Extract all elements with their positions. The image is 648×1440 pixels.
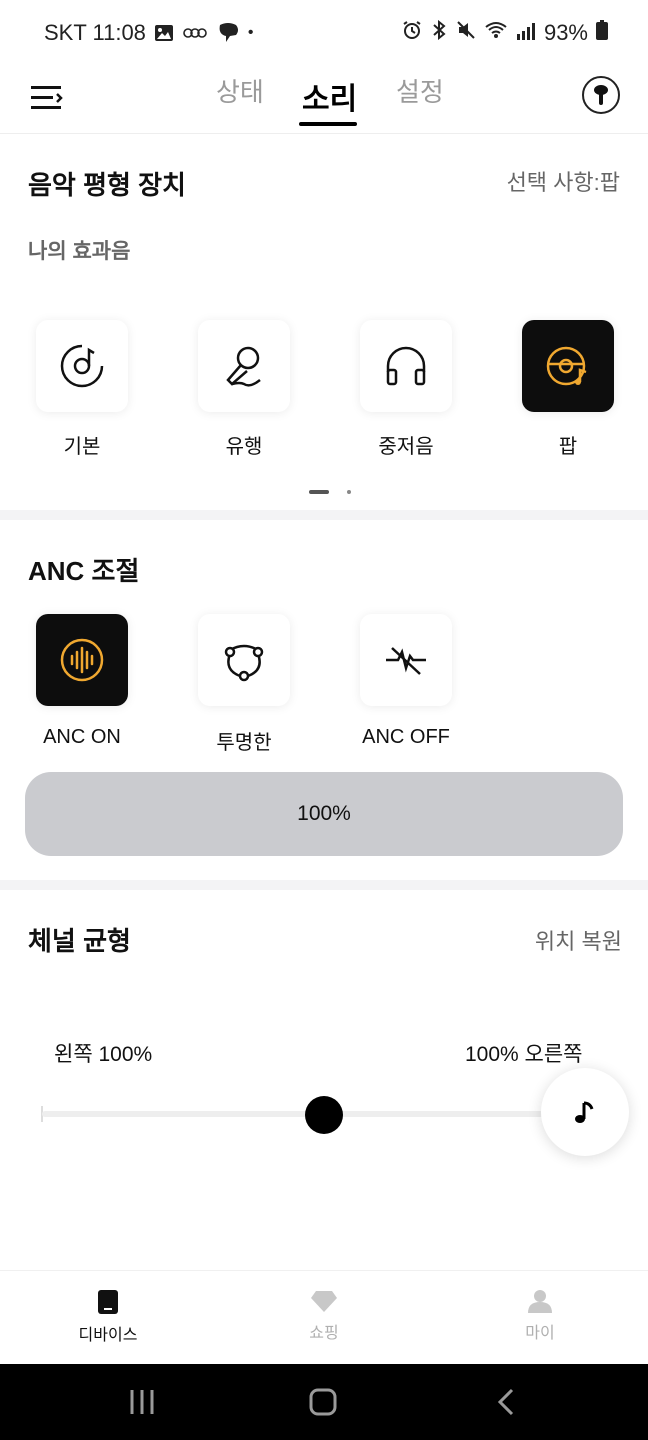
transparency-mode[interactable] (198, 614, 290, 706)
preset-bass[interactable] (360, 320, 452, 412)
status-bar: SKT 11:08 • 93% (0, 0, 648, 66)
music-note-icon (575, 1101, 594, 1123)
preset-pop[interactable] (522, 320, 614, 412)
nav-shopping[interactable]: 쇼핑 (264, 1289, 384, 1343)
nav-my-label: 마이 (525, 1325, 555, 1342)
preset-pop-label: 팝 (558, 436, 578, 458)
active-tab-indicator (299, 122, 357, 126)
anc-off-mode[interactable] (360, 614, 452, 706)
earbud-icon (594, 85, 608, 105)
music-player-button[interactable] (541, 1068, 629, 1156)
nav-my[interactable]: 마이 (480, 1289, 600, 1343)
battery-percent: 93% (543, 20, 588, 45)
pager-dot (347, 490, 351, 494)
headphones-icon (386, 346, 426, 386)
reset-position-button[interactable]: 위치 복원 (535, 924, 622, 956)
section-divider (0, 880, 648, 890)
wifi-icon (484, 20, 508, 46)
right-channel-label: 100% 오른쪽 (465, 1043, 583, 1066)
equalizer-title: 음악 평형 장치 (28, 170, 186, 200)
bluetooth-icon (430, 19, 448, 46)
channel-balance-title: 체널 균형 (28, 926, 131, 956)
soundwave-icon (60, 638, 104, 682)
carrier-time: SKT 11:08 (44, 20, 146, 45)
balance-slider-thumb[interactable] (305, 1096, 343, 1134)
earbud-device-button[interactable] (582, 76, 620, 114)
anc-on-mode[interactable] (36, 614, 128, 706)
my-sound-effects-label: 나의 효과음 (28, 240, 131, 263)
preset-basic-label: 기본 (63, 436, 101, 458)
section-divider (0, 510, 648, 520)
anc-off-label: ANC OFF (362, 726, 450, 748)
back-icon[interactable] (494, 1382, 518, 1422)
home-icon[interactable] (308, 1382, 338, 1422)
anc-title: ANC 조절 (28, 556, 140, 586)
preset-bass-label: 중저음 (378, 436, 434, 458)
equalizer-selection: 선택 사항:팝 (506, 170, 620, 195)
voicemail-icon (182, 25, 208, 41)
recent-apps-icon[interactable] (128, 1382, 156, 1422)
anc-on-label: ANC ON (43, 726, 121, 748)
tab-settings[interactable]: 설정 (396, 72, 444, 109)
left-channel-label: 왼쪽 100% (54, 1043, 153, 1066)
signal-icon (516, 20, 536, 46)
microphone-icon (226, 346, 261, 387)
image-icon (154, 23, 174, 43)
preset-trend[interactable] (198, 320, 290, 412)
pop-disc-icon (546, 346, 587, 386)
system-navigation-bar (0, 1364, 648, 1440)
anc-level-value: 100% (297, 802, 351, 825)
nav-device[interactable]: 디바이스 (48, 1289, 168, 1345)
diamond-icon (311, 1291, 337, 1312)
tab-sound[interactable]: 소리 (302, 74, 357, 118)
anc-level-bar[interactable]: 100% (25, 772, 623, 856)
tab-status[interactable]: 상태 (216, 72, 264, 109)
preset-pager (309, 490, 351, 494)
nav-shopping-label: 쇼핑 (309, 1325, 339, 1342)
anc-off-icon (386, 647, 426, 675)
notification-dot: • (247, 24, 254, 41)
nav-device-label: 디바이스 (78, 1327, 138, 1344)
preset-basic[interactable] (36, 320, 128, 412)
pager-dot-active (309, 490, 329, 494)
music-disc-icon (60, 344, 104, 388)
mute-icon (456, 20, 476, 46)
device-icon (98, 1290, 118, 1314)
bottom-navigation: 디바이스 쇼핑 마이 (0, 1270, 648, 1364)
alarm-icon (402, 20, 422, 46)
transparency-label: 투명한 (216, 732, 272, 754)
balance-slider-track[interactable] (42, 1111, 562, 1117)
top-navigation: 상태 소리 설정 (0, 66, 648, 134)
person-icon (528, 1290, 552, 1313)
transparency-icon (224, 644, 264, 682)
chat-bubble-icon (216, 22, 240, 44)
preset-trend-label: 유행 (225, 436, 263, 458)
battery-icon (596, 20, 608, 46)
channel-balance-section: 체널 균형 위치 복원 (0, 890, 648, 1270)
